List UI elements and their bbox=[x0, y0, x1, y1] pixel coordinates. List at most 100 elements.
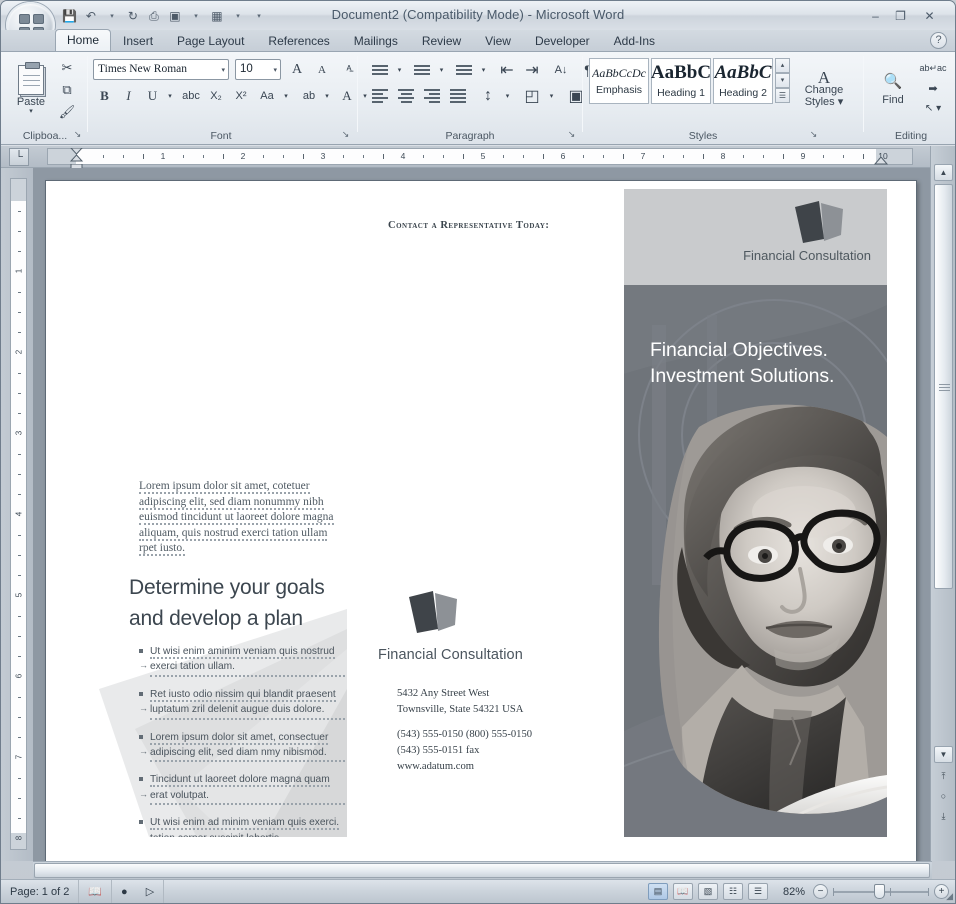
paragraph-dialog-launcher-icon[interactable]: ↘ bbox=[566, 129, 577, 140]
print-icon[interactable]: ⎙ bbox=[144, 6, 164, 26]
copy-icon[interactable]: ⧉ bbox=[55, 80, 79, 100]
strikethrough-button[interactable]: abc bbox=[179, 85, 203, 106]
redo-icon[interactable]: ↻ bbox=[123, 6, 143, 26]
change-styles-button[interactable]: A Change Styles ▾ bbox=[795, 58, 853, 122]
sort-icon[interactable]: A↓ bbox=[549, 59, 573, 80]
font-name-dropdown-icon[interactable]: ▾ bbox=[221, 66, 225, 74]
tab-insert[interactable]: Insert bbox=[111, 30, 165, 51]
print-preview-dropdown-icon[interactable]: ▾ bbox=[186, 6, 206, 26]
styles-scroll-down-icon[interactable]: ▾ bbox=[775, 73, 790, 88]
customize-qat-icon[interactable]: ▾ bbox=[249, 6, 269, 26]
bullets-dropdown-icon[interactable]: ▾ bbox=[393, 59, 406, 80]
shrink-font-icon[interactable]: A bbox=[310, 59, 334, 80]
tab-review[interactable]: Review bbox=[410, 30, 473, 51]
underline-dropdown-icon[interactable]: ▾ bbox=[164, 85, 176, 106]
zoom-out-button[interactable]: − bbox=[813, 884, 828, 899]
zoom-slider[interactable] bbox=[833, 884, 929, 899]
select-browse-object-button[interactable]: ○ bbox=[934, 788, 953, 807]
line-spacing-dropdown-icon[interactable]: ▾ bbox=[501, 85, 514, 106]
font-name-combobox[interactable]: Times New Roman ▾ bbox=[93, 59, 229, 80]
font-color-icon[interactable]: A bbox=[335, 85, 359, 106]
paste-dropdown-icon[interactable]: ▾ bbox=[29, 108, 33, 115]
bullets-icon[interactable] bbox=[367, 59, 393, 80]
view-web-layout-button[interactable]: ▧ bbox=[698, 883, 718, 900]
print-preview-icon[interactable]: ▣ bbox=[165, 6, 185, 26]
highlight-dropdown-icon[interactable]: ▾ bbox=[321, 85, 333, 106]
justify-icon[interactable] bbox=[445, 85, 471, 106]
table-dropdown-icon[interactable]: ▾ bbox=[228, 6, 248, 26]
view-outline-button[interactable]: ☷ bbox=[723, 883, 743, 900]
previous-page-button[interactable]: ⤒ bbox=[934, 768, 953, 787]
numbering-icon[interactable] bbox=[409, 59, 435, 80]
tab-references[interactable]: References bbox=[256, 30, 341, 51]
grow-font-icon[interactable]: A bbox=[285, 59, 309, 80]
view-full-screen-reading-button[interactable]: 📖 bbox=[673, 883, 693, 900]
italic-button[interactable]: I bbox=[117, 85, 140, 106]
subscript-button[interactable]: X₂ bbox=[204, 85, 228, 106]
zoom-level-label[interactable]: 82% bbox=[773, 886, 805, 898]
record-macro-icon[interactable]: ● bbox=[121, 886, 128, 898]
tab-stop-selector-icon[interactable]: └ bbox=[9, 148, 29, 166]
horizontal-ruler[interactable]: 1 2 3 4 5 6 7 8 9 10 bbox=[47, 148, 913, 171]
horizontal-scrollbar-thumb[interactable] bbox=[34, 863, 930, 878]
next-page-button[interactable]: ⤓ bbox=[934, 808, 953, 827]
close-button[interactable]: ✕ bbox=[918, 8, 941, 24]
scroll-up-button[interactable]: ▲ bbox=[934, 164, 953, 181]
vertical-scrollbar[interactable]: ▲ ▼ ⤒ ○ ⤓ bbox=[930, 146, 955, 861]
document-page-1[interactable]: Lorem ipsum dolor sit amet, cotetuer adi… bbox=[45, 180, 917, 861]
find-button[interactable]: 🔍 Find bbox=[873, 58, 913, 120]
style-emphasis[interactable]: AaBbCcDc Emphasis bbox=[589, 58, 649, 104]
maximize-button[interactable]: ❐ bbox=[889, 8, 912, 24]
font-size-combobox[interactable]: 10 ▾ bbox=[235, 59, 281, 80]
styles-more-icon[interactable]: ☰ bbox=[775, 88, 790, 103]
view-draft-button[interactable]: ☰ bbox=[748, 883, 768, 900]
proofing-errors-icon[interactable]: 📖 bbox=[79, 880, 113, 903]
underline-button[interactable]: U bbox=[141, 85, 164, 106]
undo-icon[interactable]: ↶ bbox=[81, 6, 101, 26]
resize-grip-icon[interactable]: ◢ bbox=[946, 891, 953, 902]
save-icon[interactable]: 💾 bbox=[59, 6, 80, 26]
tab-add-ins[interactable]: Add-Ins bbox=[602, 30, 667, 51]
horizontal-scrollbar[interactable] bbox=[33, 861, 932, 879]
styles-scroll-up-icon[interactable]: ▴ bbox=[775, 58, 790, 73]
shading-dropdown-icon[interactable]: ▾ bbox=[545, 85, 558, 106]
play-macro-icon[interactable]: ▷ bbox=[146, 885, 154, 898]
clipboard-dialog-launcher-icon[interactable]: ↘ bbox=[72, 129, 83, 140]
table-icon[interactable]: ▦ bbox=[207, 6, 227, 26]
multilevel-list-dropdown-icon[interactable]: ▾ bbox=[477, 59, 490, 80]
select-icon[interactable]: ↖ ▾ bbox=[917, 98, 949, 118]
go-to-icon[interactable]: ➡ bbox=[917, 79, 949, 97]
cut-icon[interactable]: ✂ bbox=[55, 58, 79, 78]
format-painter-icon[interactable]: 🖌 bbox=[55, 102, 79, 122]
multilevel-list-icon[interactable] bbox=[451, 59, 477, 80]
view-print-layout-button[interactable]: ▤ bbox=[648, 883, 668, 900]
superscript-button[interactable]: X² bbox=[229, 85, 253, 106]
first-line-indent-marker[interactable] bbox=[69, 148, 85, 165]
align-right-icon[interactable] bbox=[419, 85, 445, 106]
line-spacing-icon[interactable]: ↕ bbox=[475, 85, 501, 106]
paste-button[interactable]: Paste ▾ bbox=[9, 58, 53, 122]
font-dialog-launcher-icon[interactable]: ↘ bbox=[340, 129, 351, 140]
bold-button[interactable]: B bbox=[93, 85, 116, 106]
shading-icon[interactable]: ◰ bbox=[519, 85, 545, 106]
scroll-down-button[interactable]: ▼ bbox=[934, 746, 953, 763]
tab-mailings[interactable]: Mailings bbox=[342, 30, 410, 51]
align-center-icon[interactable] bbox=[393, 85, 419, 106]
style-heading-1[interactable]: AaBbC Heading 1 bbox=[651, 58, 711, 104]
vertical-scrollbar-thumb[interactable] bbox=[934, 184, 953, 589]
vertical-ruler[interactable]: 1 2 3 4 5 6 7 8 bbox=[10, 178, 27, 850]
change-case-dropdown-icon[interactable]: ▾ bbox=[280, 85, 292, 106]
increase-indent-icon[interactable]: ⇥ bbox=[520, 59, 544, 80]
tab-developer[interactable]: Developer bbox=[523, 30, 602, 51]
tab-view[interactable]: View bbox=[473, 30, 523, 51]
help-icon[interactable]: ? bbox=[930, 32, 947, 49]
replace-icon[interactable]: ab↵ac bbox=[917, 58, 949, 78]
numbering-dropdown-icon[interactable]: ▾ bbox=[435, 59, 448, 80]
tab-home[interactable]: Home bbox=[55, 29, 112, 51]
minimize-button[interactable]: – bbox=[864, 8, 887, 24]
style-heading-2[interactable]: AaBbC Heading 2 bbox=[713, 58, 773, 104]
font-size-dropdown-icon[interactable]: ▾ bbox=[273, 66, 277, 74]
right-indent-marker[interactable] bbox=[874, 157, 888, 166]
text-highlight-icon[interactable]: ab bbox=[297, 85, 321, 106]
page-indicator[interactable]: Page: 1 of 2 bbox=[1, 880, 80, 903]
